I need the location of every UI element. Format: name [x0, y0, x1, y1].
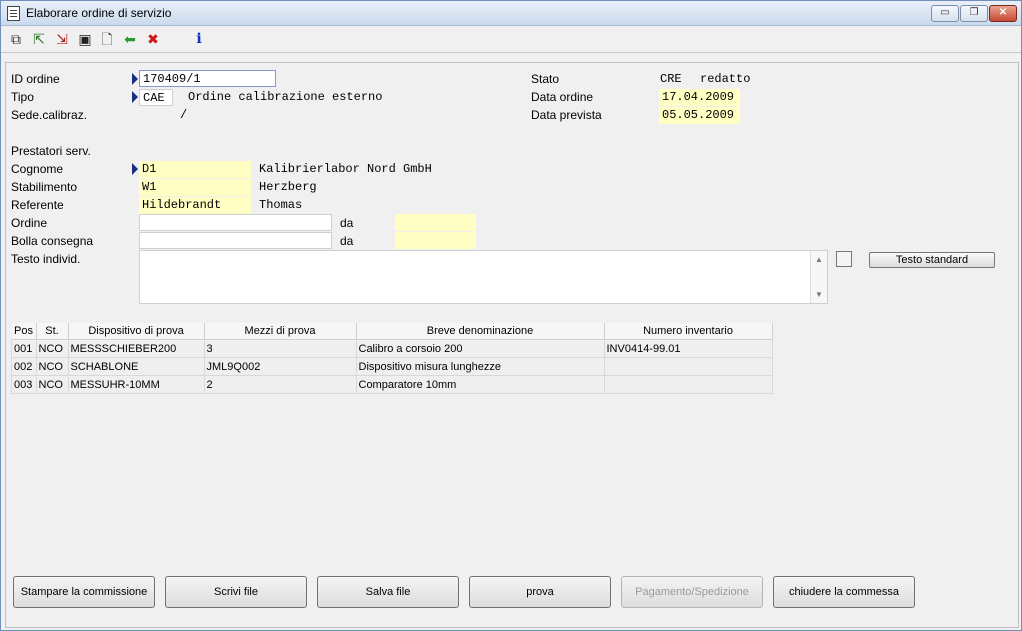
- column-header-pos[interactable]: Pos: [11, 323, 37, 340]
- close-window-button[interactable]: ✕: [989, 5, 1017, 22]
- cell-status[interactable]: NCO: [35, 375, 69, 394]
- tipo-label: Tipo: [11, 90, 34, 104]
- bolla-consegna-input[interactable]: [139, 232, 332, 249]
- stabilimento-name: Herzberg: [259, 180, 317, 194]
- test-button[interactable]: prova: [469, 576, 611, 608]
- cognome-code-field[interactable]: D1: [139, 161, 251, 178]
- bolla-date-field[interactable]: [395, 232, 476, 249]
- cell-mezzi[interactable]: 3: [203, 339, 357, 358]
- scroll-up-icon[interactable]: ▲: [815, 255, 823, 264]
- cell-mezzi[interactable]: 2: [203, 375, 357, 394]
- write-file-button[interactable]: Scrivi file: [165, 576, 307, 608]
- testo-individ-label: Testo individ.: [11, 252, 81, 266]
- stato-label: Stato: [531, 72, 560, 86]
- ordine-label: Ordine: [11, 216, 48, 230]
- id-ordine-label: ID ordine: [11, 72, 60, 86]
- cell-inventario[interactable]: [603, 357, 773, 376]
- column-header-status[interactable]: St.: [36, 323, 69, 340]
- id-ordine-input[interactable]: 170409/1: [139, 70, 276, 87]
- cell-dispositivo[interactable]: MESSSCHIEBER200: [67, 339, 205, 358]
- cell-status[interactable]: NCO: [35, 339, 69, 358]
- sede-calibraz-value: /: [180, 108, 188, 122]
- cell-denominazione[interactable]: Comparatore 10mm: [355, 375, 605, 394]
- minimize-button[interactable]: ▭: [931, 5, 959, 22]
- tipo-description: Ordine calibrazione esterno: [188, 90, 383, 104]
- scroll-down-icon[interactable]: ▼: [815, 290, 823, 299]
- bolla-consegna-label: Bolla consegna: [11, 234, 94, 248]
- toolbar: ⧉ ⇱ ⇲ ▣ 🗋 ⬅ ✖ i: [1, 26, 1021, 53]
- cognome-name: Kalibrierlabor Nord GmbH: [259, 162, 432, 176]
- testo-individ-textarea[interactable]: ▲ ▼: [139, 250, 828, 304]
- table-row[interactable]: 003 NCO MESSUHR-10MM 2 Comparatore 10mm: [11, 375, 773, 394]
- data-ordine-field[interactable]: 17.04.2009: [659, 89, 740, 106]
- cell-dispositivo[interactable]: SCHABLONE: [67, 357, 205, 376]
- print-order-button[interactable]: Stampare la commissione: [13, 576, 155, 608]
- cell-inventario[interactable]: [603, 375, 773, 394]
- tipo-code-input[interactable]: CAE: [139, 89, 173, 106]
- column-header-denominazione[interactable]: Breve denominazione: [356, 323, 605, 340]
- column-header-mezzi[interactable]: Mezzi di prova: [204, 323, 357, 340]
- data-prevista-field[interactable]: 05.05.2009: [659, 107, 740, 124]
- copy-icon[interactable]: ⧉: [8, 31, 24, 47]
- cell-mezzi[interactable]: JML9Q002: [203, 357, 357, 376]
- maximize-button[interactable]: ❐: [960, 5, 988, 22]
- sede-calibraz-label: Sede.calibraz.: [11, 108, 88, 122]
- cell-pos[interactable]: 003: [11, 375, 37, 394]
- save-icon[interactable]: ▣: [77, 31, 93, 47]
- cell-denominazione[interactable]: Calibro a corsoio 200: [355, 339, 605, 358]
- info-icon[interactable]: i: [191, 31, 207, 47]
- cell-inventario[interactable]: INV0414-99.01: [603, 339, 773, 358]
- referente-label: Referente: [11, 198, 64, 212]
- payment-shipping-button: Pagamento/Spedizione: [621, 576, 763, 608]
- window-title: Elaborare ordine di servizio: [26, 6, 172, 20]
- table-row[interactable]: 002 NCO SCHABLONE JML9Q002 Dispositivo m…: [11, 357, 773, 376]
- title-bar: Elaborare ordine di servizio ▭ ❐ ✕: [1, 1, 1021, 26]
- cell-dispositivo[interactable]: MESSUHR-10MM: [67, 375, 205, 394]
- stato-description: redatto: [700, 72, 751, 86]
- referente-firstname: Thomas: [259, 198, 303, 212]
- ordine-da-label: da: [340, 216, 354, 230]
- column-header-dispositivo[interactable]: Dispositivo di prova: [68, 323, 205, 340]
- column-header-inventario[interactable]: Numero inventario: [604, 323, 773, 340]
- data-prevista-label: Data prevista: [531, 108, 602, 122]
- cell-pos[interactable]: 002: [11, 357, 37, 376]
- stabilimento-code-field[interactable]: W1: [139, 179, 251, 196]
- stabilimento-label: Stabilimento: [11, 180, 78, 194]
- stato-code: CRE: [660, 72, 682, 86]
- cell-status[interactable]: NCO: [35, 357, 69, 376]
- export-icon[interactable]: ⇱: [31, 31, 47, 47]
- mandatory-marker-icon: [132, 163, 138, 175]
- new-document-icon[interactable]: 🗋: [99, 31, 115, 47]
- mandatory-marker-icon: [132, 73, 138, 85]
- referente-surname-field[interactable]: Hildebrandt: [139, 197, 251, 214]
- delete-icon[interactable]: ✖: [145, 31, 161, 47]
- save-file-button[interactable]: Salva file: [317, 576, 459, 608]
- text-picker-button[interactable]: [836, 251, 852, 267]
- mandatory-marker-icon: [132, 91, 138, 103]
- testo-standard-button[interactable]: Testo standard: [869, 252, 995, 268]
- ordine-date-field[interactable]: [395, 214, 476, 231]
- application-window: Elaborare ordine di servizio ▭ ❐ ✕ ⧉ ⇱ ⇲…: [0, 0, 1022, 631]
- table-header-row: Pos St. Dispositivo di prova Mezzi di pr…: [11, 323, 773, 340]
- close-order-button[interactable]: chiudere la commessa: [773, 576, 915, 608]
- document-app-icon: [7, 6, 20, 21]
- data-ordine-label: Data ordine: [531, 90, 594, 104]
- cell-denominazione[interactable]: Dispositivo misura lunghezze: [355, 357, 605, 376]
- positions-table: Pos St. Dispositivo di prova Mezzi di pr…: [11, 323, 773, 394]
- bolla-da-label: da: [340, 234, 354, 248]
- prestatori-section-label: Prestatori serv.: [11, 144, 91, 158]
- ordine-input[interactable]: [139, 214, 332, 231]
- back-arrow-icon[interactable]: ⬅: [122, 31, 138, 47]
- cell-pos[interactable]: 001: [11, 339, 37, 358]
- import-icon[interactable]: ⇲: [54, 31, 70, 47]
- cognome-label: Cognome: [11, 162, 64, 176]
- textarea-scrollbar[interactable]: ▲ ▼: [810, 251, 827, 303]
- table-row[interactable]: 001 NCO MESSSCHIEBER200 3 Calibro a cors…: [11, 339, 773, 358]
